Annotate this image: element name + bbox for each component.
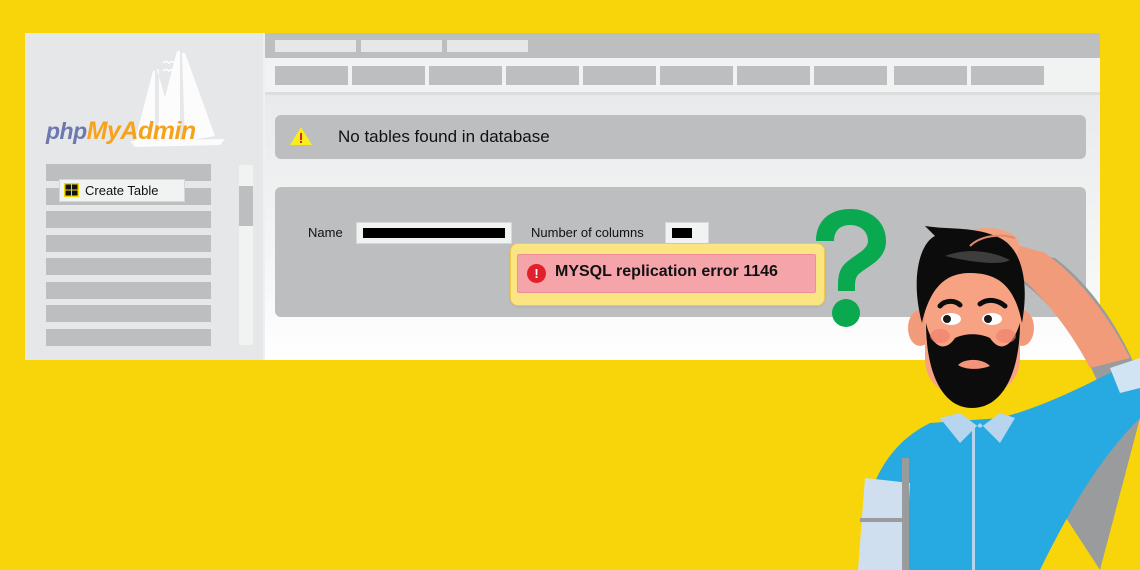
exclamation-icon: ! [527, 264, 546, 283]
notice-box: No tables found in database [275, 115, 1086, 159]
toolbar-tab[interactable] [352, 66, 425, 85]
name-label: Name [308, 225, 343, 240]
columns-label: Number of columns [531, 225, 644, 240]
confused-man-illustration [858, 226, 1140, 570]
database-list-item[interactable] [46, 281, 211, 299]
toolbar-tab[interactable] [275, 66, 348, 85]
database-list-item[interactable] [46, 258, 211, 275]
tab-bar [265, 33, 1100, 58]
sidebar-scrollbar-thumb[interactable] [239, 186, 253, 226]
logo[interactable]: phpMyAdmin [25, 33, 263, 158]
table-grid-icon [64, 183, 79, 197]
logo-myadmin: MyAdmin [86, 117, 197, 145]
database-list-item[interactable] [46, 211, 211, 228]
toolbar-tab[interactable] [429, 66, 502, 85]
redacted-value [363, 228, 505, 238]
create-table-legend: Create Table [59, 179, 185, 202]
redacted-value [672, 228, 692, 238]
notice-text: No tables found in database [338, 127, 550, 146]
toolbar-tab[interactable] [971, 66, 1044, 85]
tab[interactable] [447, 40, 528, 52]
table-name-input[interactable] [356, 222, 512, 244]
sidebar-scrollbar[interactable] [239, 165, 253, 345]
database-list-item[interactable] [46, 328, 211, 346]
create-table-title: Create Table [85, 183, 159, 198]
toolbar-tab[interactable] [814, 66, 887, 85]
toolbar-tab[interactable] [506, 66, 579, 85]
logo-php: php [46, 118, 87, 144]
toolbar-tab[interactable] [583, 66, 656, 85]
toolbar-tab[interactable] [660, 66, 733, 85]
toolbar-tab[interactable] [894, 66, 967, 85]
error-text: MYSQL replication error 1146 [555, 263, 778, 280]
database-list-item[interactable] [46, 305, 211, 322]
tab[interactable] [275, 40, 356, 52]
database-list-item[interactable] [46, 234, 211, 252]
logo-text: phpMyAdmin [46, 117, 196, 146]
toolbar [265, 58, 1100, 95]
columns-count-input[interactable] [665, 222, 709, 244]
error-popup: ! MYSQL replication error 1146 [510, 243, 825, 306]
warning-icon [290, 127, 312, 145]
tab[interactable] [361, 40, 442, 52]
error-message-box: ! MYSQL replication error 1146 [517, 254, 816, 293]
toolbar-tab[interactable] [737, 66, 810, 85]
